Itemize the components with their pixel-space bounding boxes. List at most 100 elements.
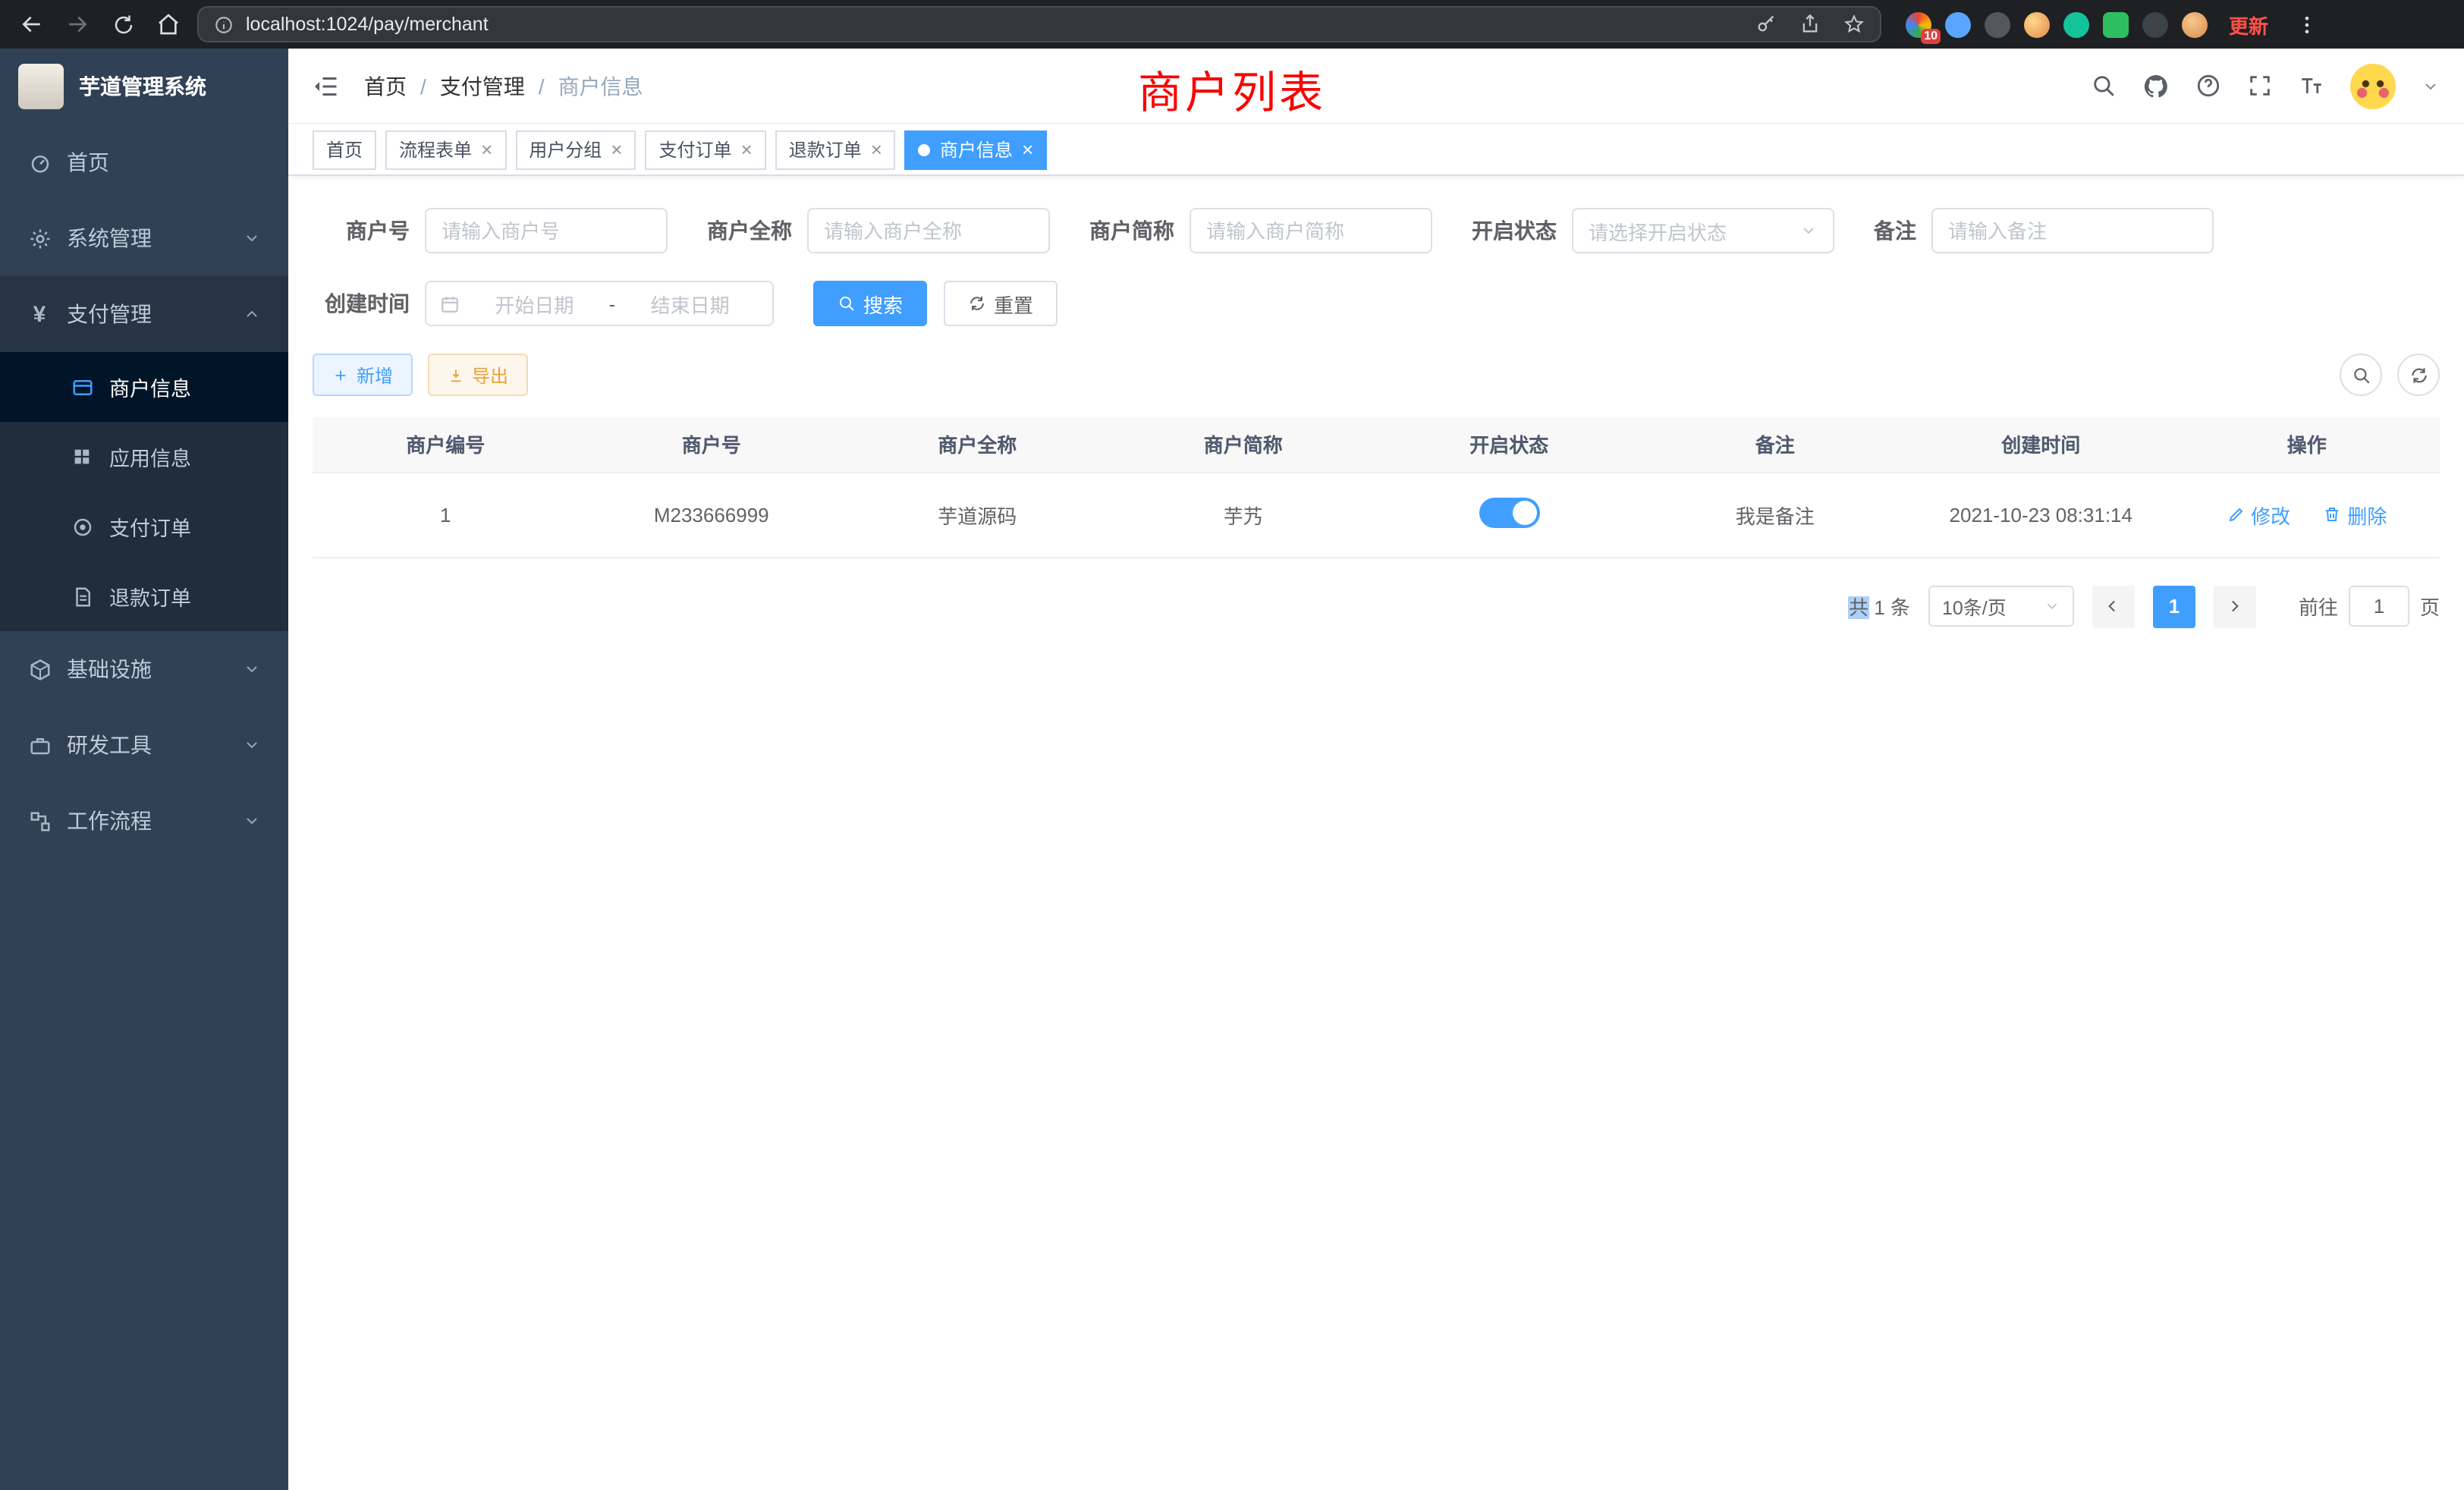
- status-toggle[interactable]: [1479, 497, 1539, 527]
- cube-icon: [27, 658, 52, 681]
- app-logo[interactable]: 芋道管理系统: [0, 49, 288, 124]
- browser-home-button[interactable]: [152, 8, 185, 41]
- font-size-icon[interactable]: [2299, 73, 2324, 99]
- tab-home[interactable]: 首页: [313, 130, 376, 169]
- help-icon[interactable]: [2195, 73, 2221, 99]
- next-page-button[interactable]: [2214, 585, 2256, 627]
- flow-icon: [27, 809, 52, 832]
- toggle-search-button[interactable]: [2340, 354, 2382, 396]
- sidebar-item-home[interactable]: 首页: [0, 124, 288, 200]
- password-key-icon[interactable]: [1755, 14, 1777, 35]
- close-icon[interactable]: ×: [1022, 140, 1033, 159]
- reset-button[interactable]: 重置: [944, 281, 1058, 326]
- bookmark-star-icon[interactable]: [1843, 14, 1865, 35]
- export-button[interactable]: 导出: [428, 354, 528, 396]
- extension-icon-1[interactable]: 10: [1906, 11, 1931, 37]
- status-select[interactable]: 请选择开启状态: [1572, 208, 1834, 253]
- top-navbar: 首页 / 支付管理 / 商户信息: [288, 49, 2464, 124]
- screen: localhost:1024/pay/merchant 10 更新 商户列表: [0, 0, 2464, 1490]
- cell-merchant-no: M233666999: [579, 472, 845, 557]
- add-button[interactable]: 新增: [313, 354, 413, 396]
- breadcrumb-separator: /: [539, 74, 545, 98]
- breadcrumb-separator: /: [420, 74, 426, 98]
- sidebar-item-system[interactable]: 系统管理: [0, 200, 288, 276]
- close-icon[interactable]: ×: [741, 140, 753, 159]
- goto-page-input[interactable]: [2349, 586, 2409, 627]
- full-name-input[interactable]: [807, 208, 1050, 253]
- url-bar[interactable]: localhost:1024/pay/merchant: [197, 6, 1881, 42]
- field-label: 商户全称: [707, 215, 792, 246]
- extension-icon-3[interactable]: [1985, 11, 2010, 37]
- browser-back-button[interactable]: [15, 8, 49, 41]
- date-range-picker[interactable]: 开始日期 - 结束日期: [425, 281, 774, 326]
- page-1-button[interactable]: 1: [2153, 585, 2195, 627]
- document-icon: [70, 585, 94, 608]
- extension-icon-5[interactable]: [2063, 11, 2089, 37]
- sidebar-item-app-info[interactable]: 应用信息: [0, 422, 288, 492]
- sidebar-item-dev-tools[interactable]: 研发工具: [0, 707, 288, 783]
- close-icon[interactable]: ×: [481, 140, 492, 159]
- browser-reload-button[interactable]: [106, 8, 140, 41]
- browser-forward-button[interactable]: [61, 8, 94, 41]
- active-tab-dot: [919, 143, 931, 156]
- merchant-no-input[interactable]: [425, 208, 668, 253]
- site-info-icon[interactable]: [214, 14, 234, 34]
- sidebar-item-payment[interactable]: ¥ 支付管理: [0, 276, 288, 352]
- chevron-down-icon: [243, 229, 261, 247]
- sidebar-toggle-icon[interactable]: [313, 72, 340, 99]
- url-text[interactable]: localhost:1024/pay/merchant: [246, 14, 489, 35]
- field-short-name: 商户简称: [1089, 208, 1432, 253]
- edit-label: 修改: [2251, 500, 2290, 529]
- extension-icon-7[interactable]: [2142, 11, 2168, 37]
- sidebar-item-refund-order[interactable]: 退款订单: [0, 561, 288, 631]
- delete-link[interactable]: 删除: [2323, 500, 2387, 529]
- breadcrumb-payment[interactable]: 支付管理: [440, 71, 525, 101]
- merchant-table: 商户编号 商户号 商户全称 商户简称 开启状态 备注 创建时间 操作 1: [313, 417, 2440, 558]
- navbar-actions: [2091, 63, 2440, 108]
- avatar-caret-icon[interactable]: [2422, 77, 2440, 95]
- page-size-select[interactable]: 10条/页: [1928, 586, 2074, 627]
- chevron-down-icon: [1799, 222, 1818, 240]
- extension-icon-4[interactable]: [2024, 11, 2050, 37]
- sidebar-item-label: 应用信息: [109, 442, 191, 472]
- sidebar-item-workflow[interactable]: 工作流程: [0, 783, 288, 859]
- tab-user-group[interactable]: 用户分组 ×: [515, 130, 636, 169]
- remark-input[interactable]: [1931, 208, 2214, 253]
- target-icon: [70, 515, 94, 538]
- browser-menu-icon[interactable]: [2290, 8, 2323, 41]
- table-header-row: 商户编号 商户号 商户全称 商户简称 开启状态 备注 创建时间 操作: [313, 417, 2440, 472]
- cell-actions: 修改 删除: [2174, 472, 2440, 557]
- refresh-table-button[interactable]: [2397, 354, 2440, 396]
- tab-label: 用户分组: [529, 137, 602, 162]
- goto-label: 前往: [2299, 592, 2338, 621]
- field-create-time: 创建时间 开始日期 - 结束日期: [313, 281, 774, 326]
- sidebar-item-merchant-info[interactable]: 商户信息: [0, 352, 288, 422]
- chevron-down-icon: [243, 660, 261, 678]
- profile-avatar-icon[interactable]: [2182, 11, 2208, 37]
- fullscreen-icon[interactable]: [2247, 73, 2273, 99]
- extension-icon-6[interactable]: [2103, 11, 2129, 37]
- user-avatar[interactable]: [2350, 63, 2396, 108]
- extension-icon-2[interactable]: [1945, 11, 1971, 37]
- sidebar-item-infrastructure[interactable]: 基础设施: [0, 631, 288, 707]
- breadcrumb-home[interactable]: 首页: [364, 71, 407, 101]
- tab-merchant-info[interactable]: 商户信息 ×: [905, 130, 1047, 169]
- share-icon[interactable]: [1799, 14, 1821, 35]
- edit-link[interactable]: 修改: [2227, 500, 2290, 529]
- search-button[interactable]: 搜索: [813, 281, 927, 326]
- pagination: 共 1 条 10条/页 1 前往 页: [313, 585, 2440, 627]
- github-icon[interactable]: [2142, 72, 2170, 99]
- close-icon[interactable]: ×: [871, 140, 882, 159]
- browser-update-button[interactable]: 更新: [2229, 10, 2268, 39]
- search-icon[interactable]: [2091, 73, 2117, 99]
- tab-process-form[interactable]: 流程表单 ×: [385, 130, 506, 169]
- tab-refund-order[interactable]: 退款订单 ×: [775, 130, 896, 169]
- sidebar-item-label: 支付管理: [67, 299, 152, 329]
- tab-pay-order[interactable]: 支付订单 ×: [645, 130, 765, 169]
- short-name-input[interactable]: [1190, 208, 1432, 253]
- close-icon[interactable]: ×: [611, 140, 622, 159]
- breadcrumb-merchant-info: 商户信息: [558, 71, 643, 101]
- prev-page-button[interactable]: [2092, 585, 2135, 627]
- sidebar-item-pay-order[interactable]: 支付订单: [0, 492, 288, 561]
- download-icon: [448, 366, 464, 383]
